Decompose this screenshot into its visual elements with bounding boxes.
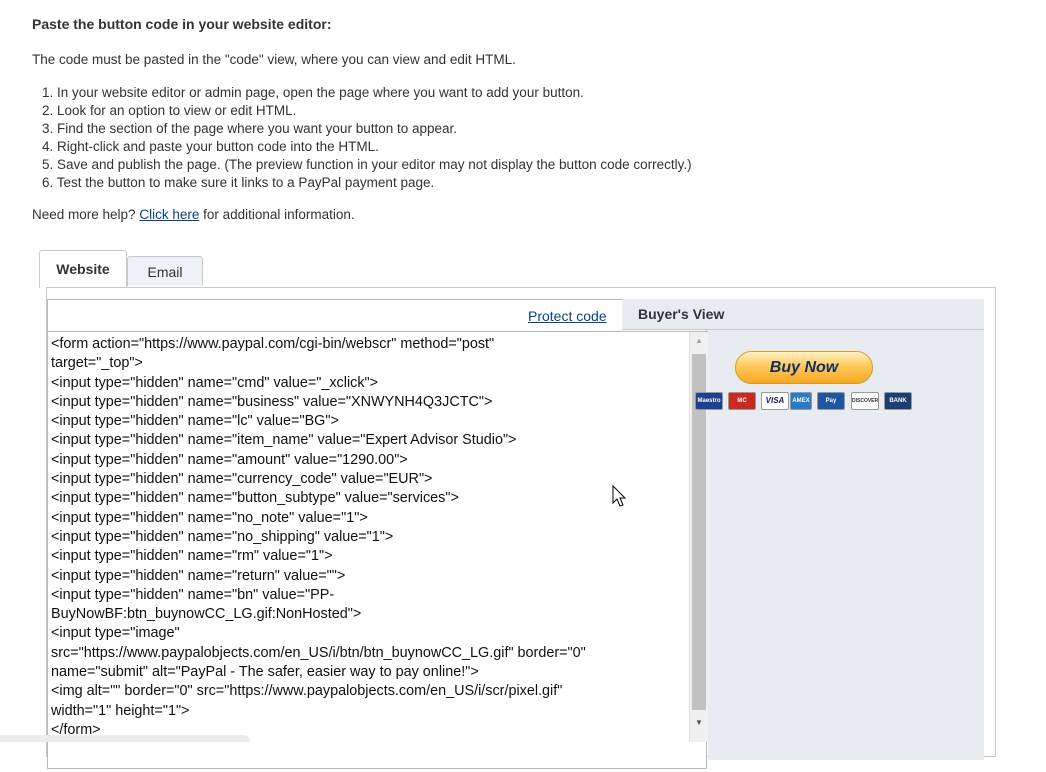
step-item: 3. Find the section of the page where yo… bbox=[42, 121, 458, 136]
tab-email[interactable]: Email bbox=[127, 256, 203, 286]
help-prefix: Need more help? bbox=[32, 207, 140, 222]
intro-text: The code must be pasted in the "code" vi… bbox=[32, 52, 516, 67]
tab-website[interactable]: Website bbox=[39, 250, 127, 288]
maestro-icon: Maestro bbox=[695, 392, 723, 410]
step-item: 5. Save and publish the page. (The previ… bbox=[42, 157, 692, 172]
help-suffix: for additional information. bbox=[199, 207, 355, 222]
buy-now-button[interactable]: Buy Now bbox=[735, 351, 873, 384]
clearpay-icon: Pay bbox=[817, 392, 845, 410]
step-item: 2. Look for an option to view or edit HT… bbox=[42, 103, 297, 118]
code-box: Protect code <form action="https://www.p… bbox=[47, 299, 708, 772]
page-heading: Paste the button code in your website ed… bbox=[32, 16, 332, 32]
bottom-bar bbox=[0, 735, 250, 742]
protect-code-link[interactable]: Protect code bbox=[528, 308, 607, 324]
step-item: 4. Right-click and paste your button cod… bbox=[42, 139, 379, 154]
scroll-up-icon[interactable]: ▲ bbox=[690, 332, 708, 350]
buyers-view-preview: Buy Now Maestro MC VISA AMEX Pay DISCOVE… bbox=[695, 330, 984, 760]
amex-icon: AMEX bbox=[790, 392, 812, 410]
step-item: 1. In your website editor or admin page,… bbox=[42, 85, 584, 100]
click-here-link[interactable]: Click here bbox=[139, 207, 199, 222]
mastercard-icon: MC bbox=[728, 392, 756, 410]
visa-icon: VISA bbox=[761, 392, 789, 410]
buyers-view-header: Buyer's View bbox=[622, 299, 984, 330]
step-item: 6. Test the button to make sure it links… bbox=[42, 175, 435, 190]
code-panel: Protect code <form action="https://www.p… bbox=[46, 287, 996, 769]
mouse-cursor-icon bbox=[612, 485, 627, 507]
button-code[interactable]: <form action="https://www.paypal.com/cgi… bbox=[51, 335, 686, 740]
code-textarea[interactable]: <form action="https://www.paypal.com/cgi… bbox=[48, 331, 708, 772]
bank-icon: BANK bbox=[884, 392, 912, 410]
scroll-down-icon[interactable]: ▼ bbox=[690, 714, 708, 732]
discover-icon: DISCOVER bbox=[851, 392, 879, 410]
help-text: Need more help? Click here for additiona… bbox=[32, 207, 355, 222]
instruction-steps: 1. In your website editor or admin page,… bbox=[42, 84, 692, 192]
